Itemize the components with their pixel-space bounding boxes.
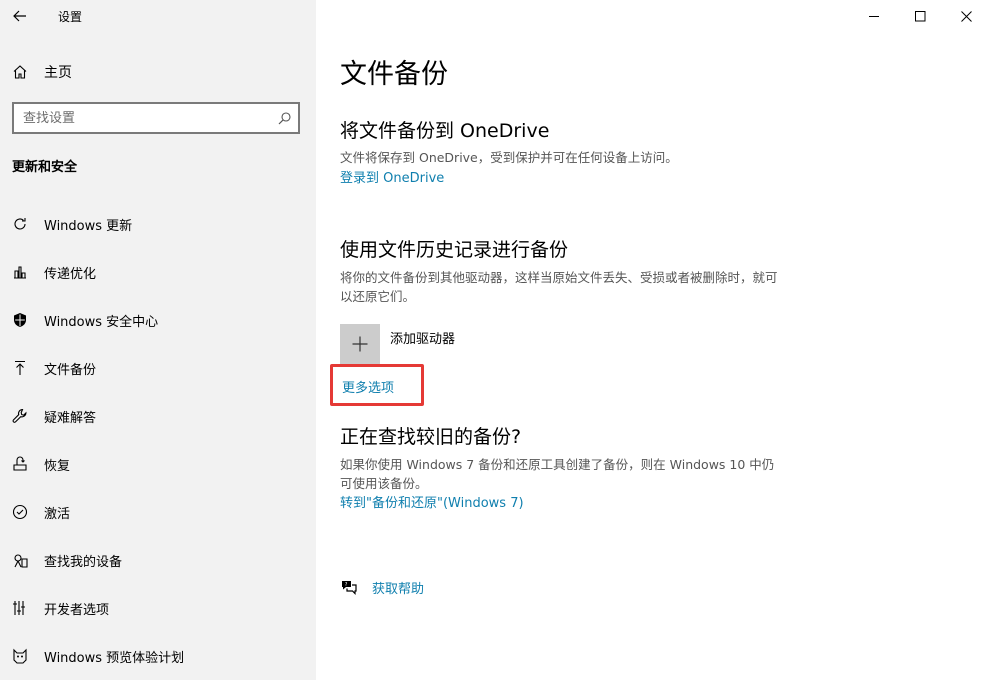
nav-item-recovery[interactable]: 恢复 xyxy=(0,440,316,488)
nav-item-security-center[interactable]: Windows 安全中心 xyxy=(0,296,316,344)
nav-item-file-backup[interactable]: 文件备份 xyxy=(0,344,316,392)
sidebar: 设置 主页 更新和安全 Windows 更新 传递优化 xyxy=(0,0,316,680)
onedrive-signin-link[interactable]: 登录到 OneDrive xyxy=(340,167,444,186)
backup-restore-link[interactable]: 转到"备份和还原"(Windows 7) xyxy=(340,492,524,511)
add-drive-button[interactable]: 添加驱动器 xyxy=(340,324,455,364)
minimize-button[interactable] xyxy=(851,0,897,32)
onedrive-description: 文件将保存到 OneDrive，受到保护并可在任何设备上访问。 xyxy=(340,150,678,165)
nav-label: 文件备份 xyxy=(44,362,97,378)
titlebar: 设置 xyxy=(0,0,82,32)
nav-label: 查找我的设备 xyxy=(44,554,123,570)
upload-arrow-icon xyxy=(12,360,28,376)
nav-label: 疑难解答 xyxy=(44,410,97,426)
close-icon xyxy=(960,10,972,22)
nav-item-insider-program[interactable]: Windows 预览体验计划 xyxy=(0,632,316,680)
nav-label: 激活 xyxy=(44,506,71,522)
nav-item-delivery-optimization[interactable]: 传递优化 xyxy=(0,248,316,296)
search-box[interactable] xyxy=(12,102,300,134)
shield-icon xyxy=(12,312,28,328)
search-icon[interactable] xyxy=(270,111,298,125)
check-circle-icon xyxy=(12,504,28,520)
older-backup-heading: 正在查找较旧的备份? xyxy=(340,426,522,448)
help-chat-icon: ? xyxy=(340,579,358,597)
home-nav-item[interactable]: 主页 xyxy=(0,56,316,88)
home-label: 主页 xyxy=(44,65,72,81)
refresh-icon xyxy=(12,216,28,232)
plus-icon xyxy=(340,324,380,364)
get-help-link[interactable]: ? 获取帮助 xyxy=(340,578,424,597)
nav-label: 恢复 xyxy=(44,458,71,474)
app-title: 设置 xyxy=(58,9,83,24)
nav-label: Windows 预览体验计划 xyxy=(44,650,185,666)
maximize-icon xyxy=(914,10,925,21)
more-options-highlight: 更多选项 xyxy=(330,364,424,406)
main-content: 文件备份 将文件备份到 OneDrive 文件将保存到 OneDrive，受到保… xyxy=(316,0,989,680)
search-input[interactable] xyxy=(14,110,270,126)
section-title: 更新和安全 xyxy=(12,160,78,175)
close-button[interactable] xyxy=(943,0,989,32)
wrench-icon xyxy=(12,408,28,424)
older-backup-description: 如果你使用 Windows 7 备份和还原工具创建了备份，则在 Windows … xyxy=(340,457,775,491)
recovery-icon xyxy=(12,456,28,472)
svg-text:?: ? xyxy=(345,582,348,588)
get-help-label: 获取帮助 xyxy=(372,582,425,597)
developer-icon xyxy=(12,600,28,616)
add-drive-label: 添加驱动器 xyxy=(390,332,456,347)
nav-label: Windows 安全中心 xyxy=(44,314,159,330)
find-device-icon xyxy=(12,552,28,568)
delivery-optimization-icon xyxy=(12,264,28,280)
maximize-button[interactable] xyxy=(897,0,943,32)
nav-item-windows-update[interactable]: Windows 更新 xyxy=(0,200,316,248)
file-history-heading: 使用文件历史记录进行备份 xyxy=(340,239,569,261)
page-title: 文件备份 xyxy=(340,59,448,90)
nav-label: 开发者选项 xyxy=(44,602,110,618)
insider-cat-icon xyxy=(12,648,28,664)
nav-label: Windows 更新 xyxy=(44,218,133,234)
minimize-icon xyxy=(868,15,879,17)
more-options-link[interactable]: 更多选项 xyxy=(342,377,394,396)
nav-item-activation[interactable]: 激活 xyxy=(0,488,316,536)
file-history-description: 将你的文件备份到其他驱动器，这样当原始文件丢失、受损或者被删除时，就可以还原它们… xyxy=(340,270,778,304)
nav-item-developer-options[interactable]: 开发者选项 xyxy=(0,584,316,632)
onedrive-heading: 将文件备份到 OneDrive xyxy=(340,120,550,142)
nav-label: 传递优化 xyxy=(44,266,97,282)
nav-list: Windows 更新 传递优化 Windows 安全中心 文件备份 疑难解答 恢… xyxy=(0,200,316,680)
nav-item-troubleshoot[interactable]: 疑难解答 xyxy=(0,392,316,440)
window-controls xyxy=(851,0,989,32)
nav-item-find-my-device[interactable]: 查找我的设备 xyxy=(0,536,316,584)
back-button[interactable] xyxy=(0,0,40,32)
home-icon xyxy=(12,64,28,80)
back-arrow-icon xyxy=(13,10,26,22)
